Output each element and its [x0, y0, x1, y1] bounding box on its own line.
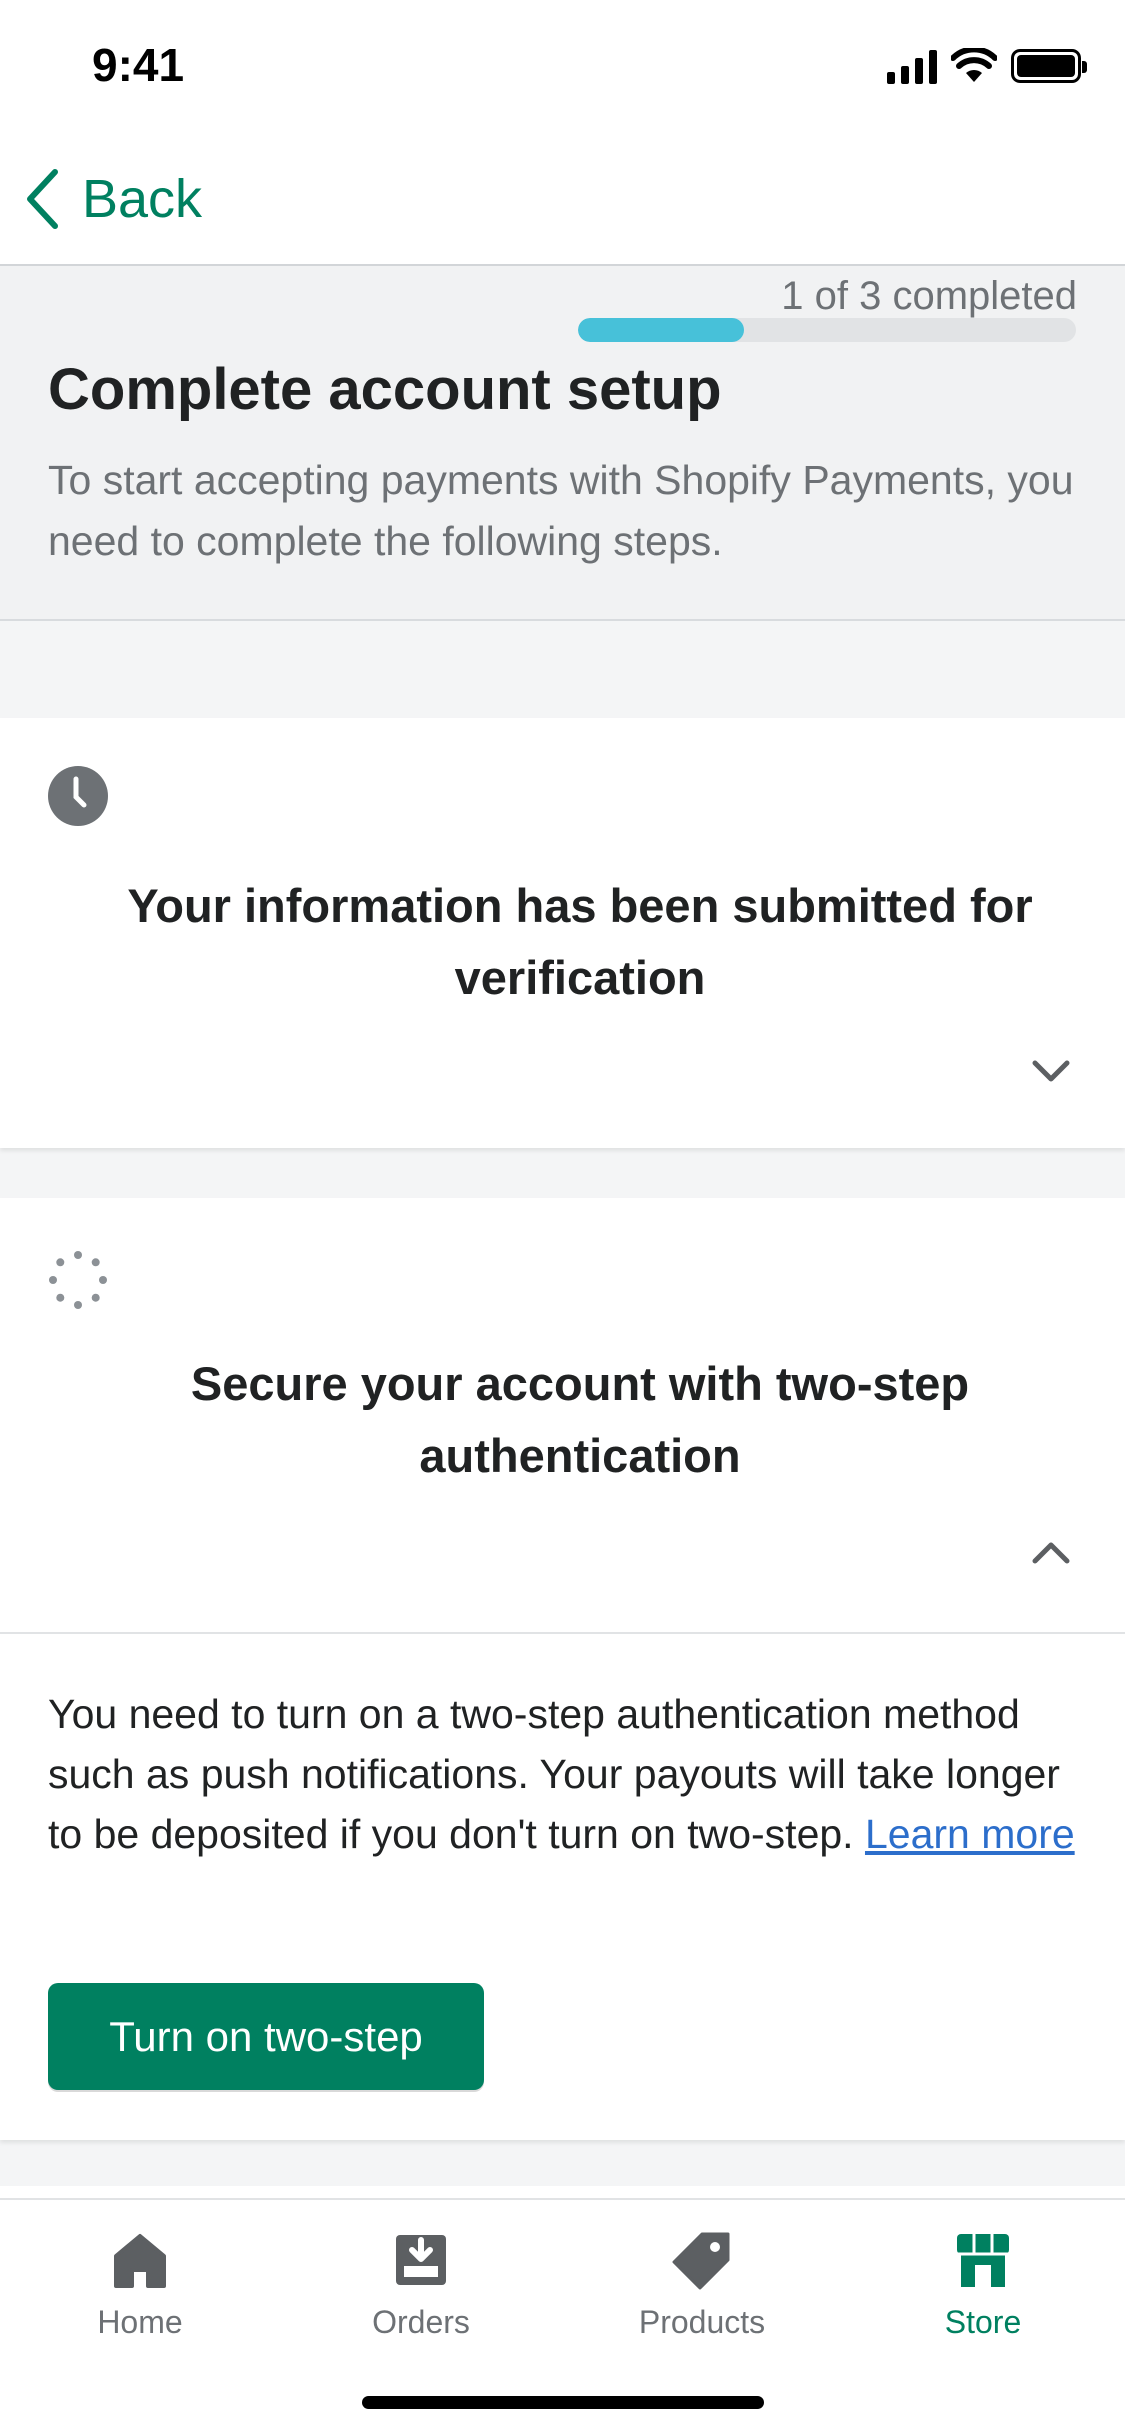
- turn-on-two-step-button[interactable]: Turn on two-step: [48, 1983, 484, 2090]
- tab-orders[interactable]: Orders: [281, 2230, 561, 2360]
- store-icon: [953, 2230, 1013, 2290]
- tab-store[interactable]: Store: [843, 2230, 1123, 2360]
- status-time: 9:41: [92, 39, 185, 91]
- chevron-left-icon: [27, 169, 58, 229]
- pending-spinner-icon: [49, 1251, 107, 1309]
- progress-text: 1 of 3 completed: [781, 274, 1077, 318]
- cellular-signal-icon: [887, 48, 937, 84]
- status-bar: 9:41: [0, 0, 1125, 130]
- tab-home[interactable]: Home: [0, 2230, 280, 2360]
- orders-icon: [391, 2230, 451, 2290]
- progress-bar-fill: [578, 318, 744, 342]
- step-description: You need to turn on a two-step authentic…: [48, 1684, 1088, 1864]
- page-title: Complete account setup: [48, 357, 722, 422]
- setup-header: 1 of 3 completed Complete account setup …: [0, 266, 1125, 621]
- nav-bar: Back: [0, 130, 1125, 266]
- back-label: Back: [82, 169, 203, 229]
- tab-label: Orders: [372, 2304, 470, 2340]
- home-indicator: [362, 2396, 764, 2409]
- step-card-two-step[interactable]: Secure your account with two-step authen…: [0, 1198, 1125, 2140]
- step-title: Your information has been submitted for …: [127, 879, 1033, 1004]
- clock-icon: [48, 766, 108, 826]
- back-button[interactable]: Back: [24, 164, 202, 234]
- tag-icon: [672, 2230, 732, 2290]
- tab-products[interactable]: Products: [562, 2230, 842, 2360]
- chevron-down-icon[interactable]: [1031, 1058, 1071, 1084]
- step-title: Secure your account with two-step authen…: [190, 1357, 970, 1482]
- divider: [0, 1632, 1125, 1634]
- tab-label: Store: [944, 2304, 1022, 2340]
- step-card-verification[interactable]: Your information has been submitted for …: [0, 718, 1125, 1148]
- tab-label: Products: [638, 2304, 766, 2340]
- chevron-up-icon[interactable]: [1031, 1540, 1071, 1566]
- page-subtitle: To start accepting payments with Shopify…: [48, 457, 1074, 564]
- progress-bar: [578, 318, 1076, 342]
- battery-icon: [1011, 49, 1087, 83]
- status-icons: [887, 48, 1087, 84]
- learn-more-link[interactable]: Learn more: [865, 1811, 1075, 1857]
- home-icon: [110, 2230, 170, 2290]
- tab-label: Home: [97, 2304, 183, 2340]
- wifi-icon: [951, 48, 997, 82]
